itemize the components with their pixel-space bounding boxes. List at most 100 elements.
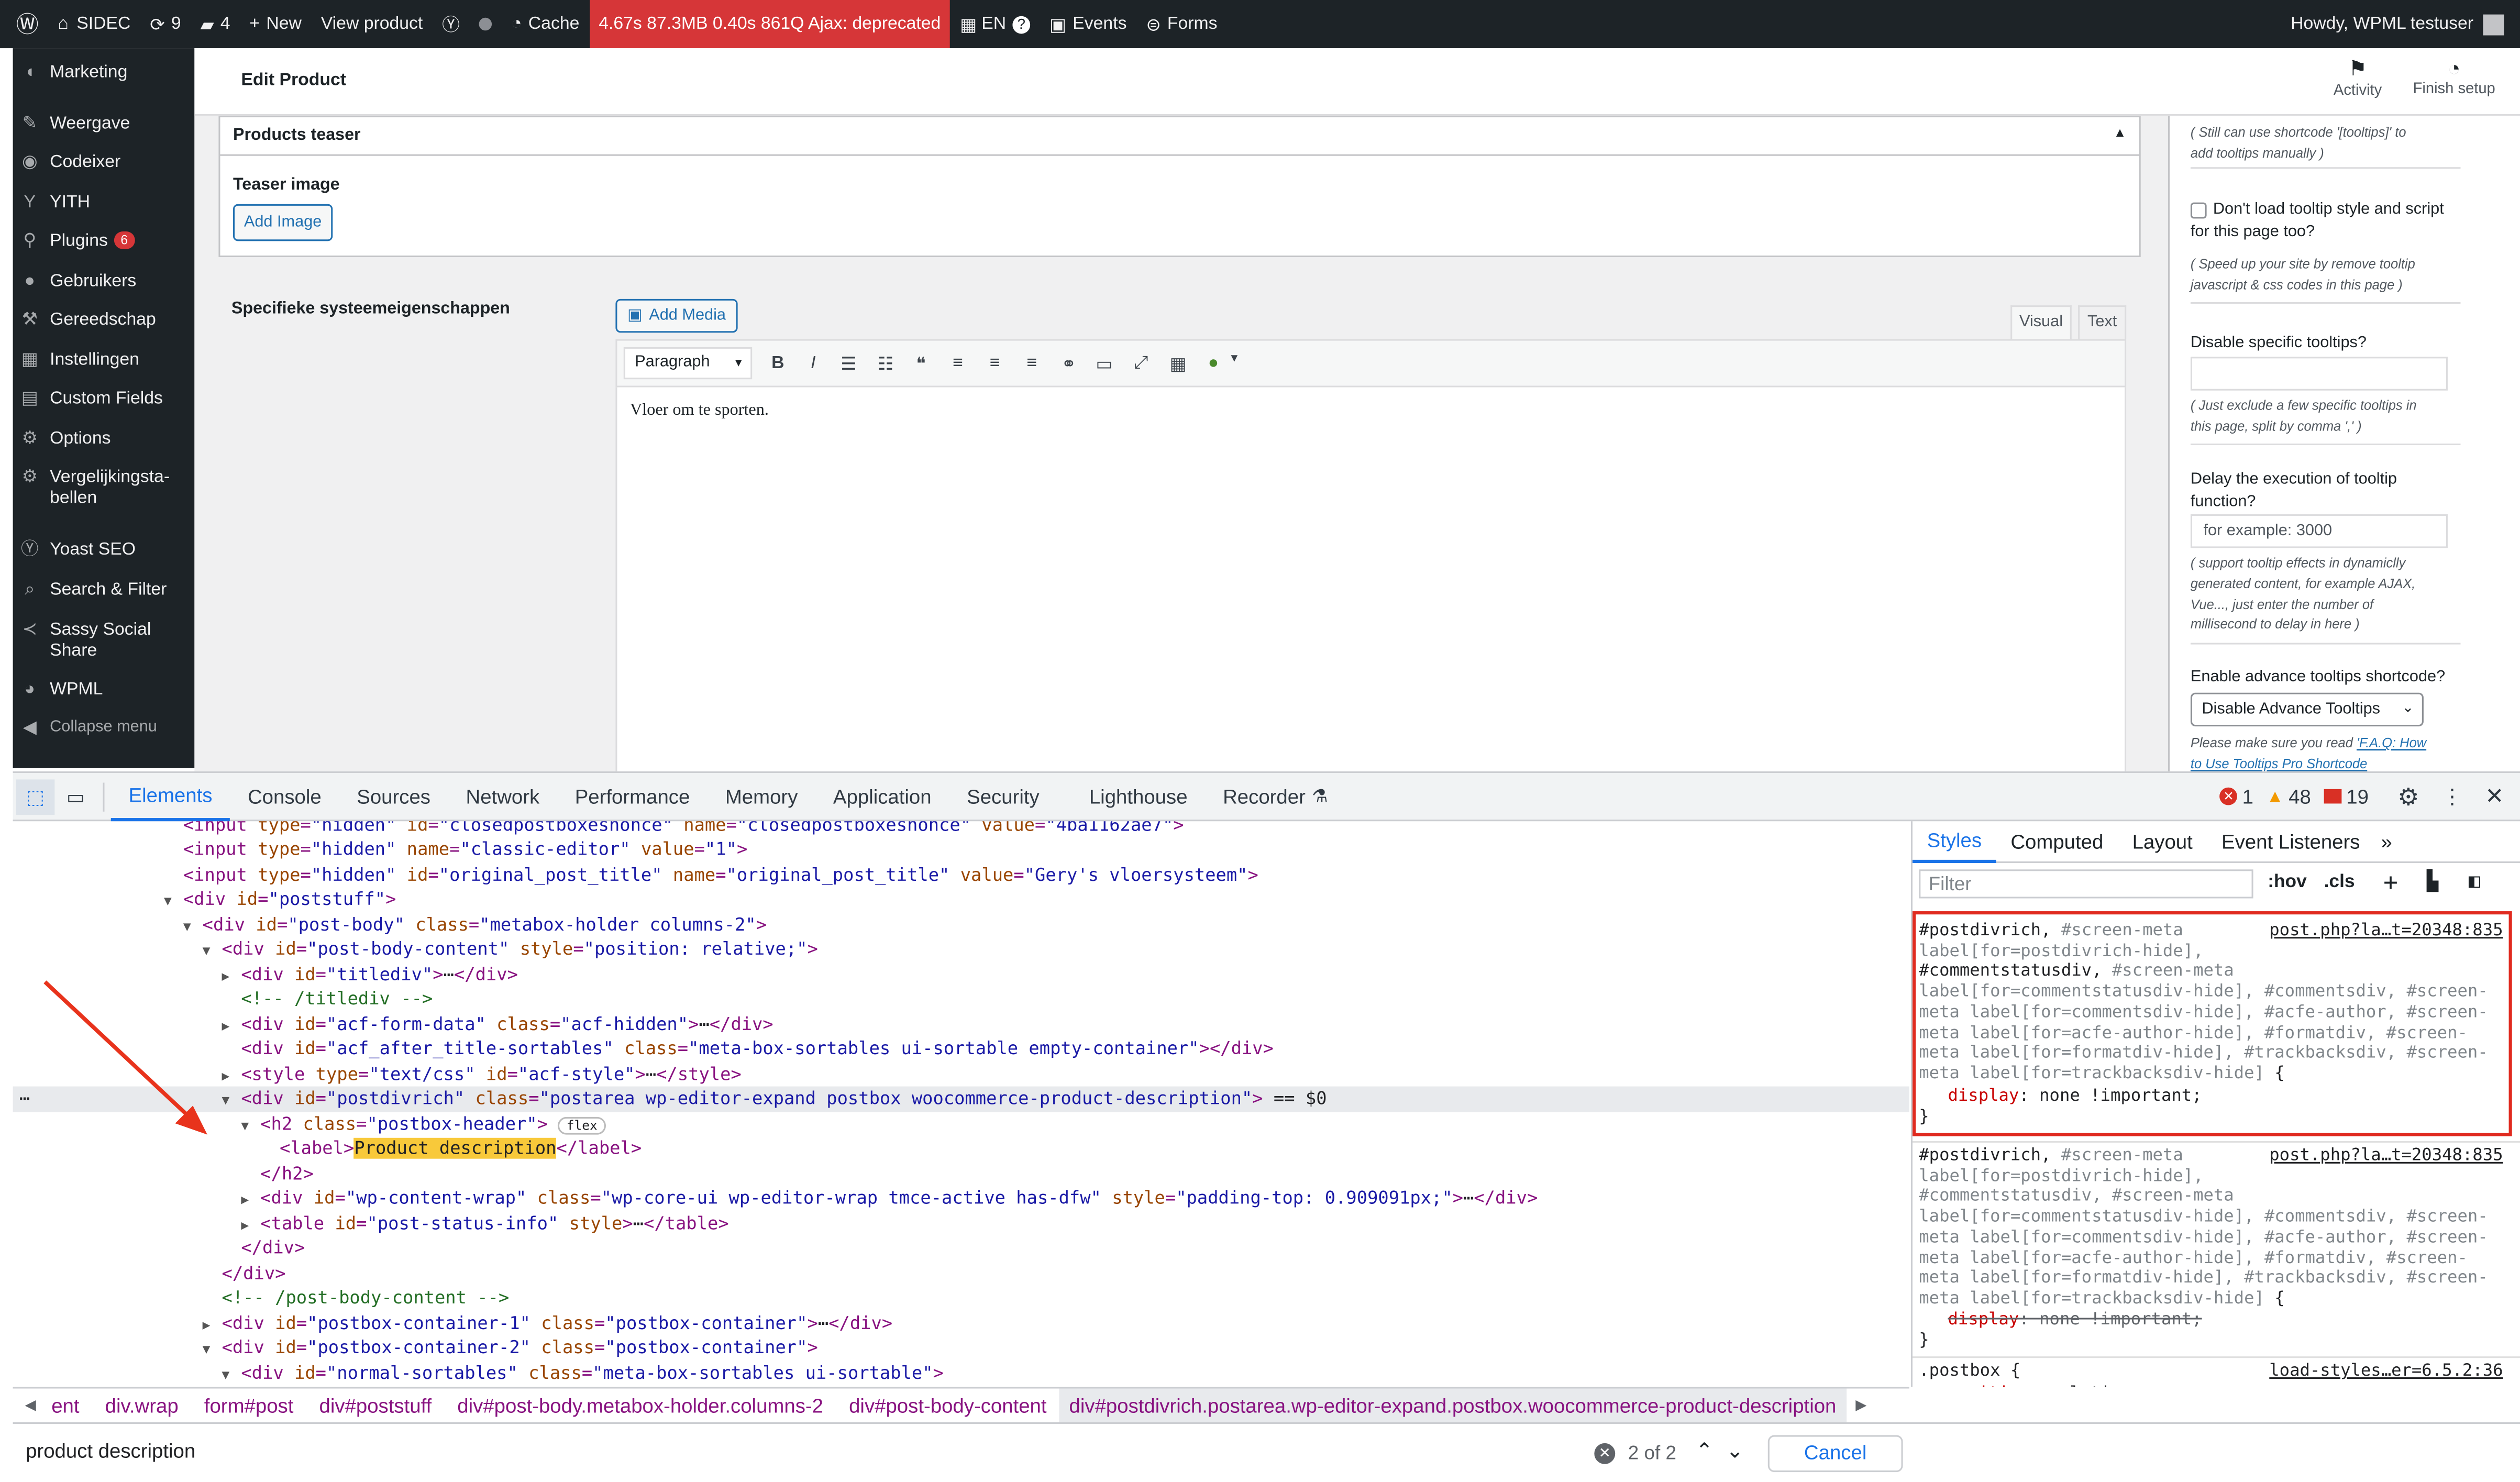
bold-icon[interactable]: B xyxy=(765,353,791,373)
sidebar-item-search-filter[interactable]: ⌕ Search & Filter xyxy=(13,580,195,601)
css-declaration-overridden[interactable]: display: none !important; xyxy=(1948,1310,2520,1330)
dom-line[interactable]: ▼ <div id="postbox-container-2" class="po… xyxy=(203,1335,818,1361)
css-declaration[interactable]: display: none !important; xyxy=(1948,1087,2520,1107)
yoast-icon[interactable]: Ⓨ xyxy=(433,0,470,48)
sidebar-item-yoast-seo[interactable]: Ⓨ Yoast SEO xyxy=(13,540,195,561)
disable-tooltips-input[interactable] xyxy=(2190,357,2448,391)
sidebar-item-wpml[interactable]: ◕ WPML xyxy=(13,680,195,701)
view-product-link[interactable]: View product xyxy=(311,0,432,48)
delay-input[interactable]: for example: 3000 xyxy=(2190,514,2448,548)
advance-tooltips-select[interactable]: Disable Advance Tooltips ⌄ xyxy=(2190,692,2424,727)
previous-match-icon[interactable]: ⌃ xyxy=(1696,1439,1713,1464)
dom-line[interactable]: <input type="hidden" id="original_post_t… xyxy=(183,863,1258,888)
dom-line[interactable]: ▶ <table id="post-status-info" style>⋯</t… xyxy=(241,1212,728,1237)
faq-link-cont[interactable]: to Use Tooltips Pro Shortcode xyxy=(2191,755,2367,771)
dom-line[interactable]: <!-- /post-body-content --> xyxy=(222,1286,510,1311)
dom-line[interactable]: ▼ <div id="normal-sortables" class="meta-… xyxy=(222,1361,944,1386)
hover-state-toggle[interactable]: :hov xyxy=(2268,872,2307,892)
collapse-menu-button[interactable]: ◀ Collapse menu xyxy=(13,718,195,739)
tab-text[interactable]: Text xyxy=(2078,305,2127,339)
dom-line[interactable]: <label>Product description</label> xyxy=(280,1136,642,1162)
next-match-icon[interactable]: ⌄ xyxy=(1726,1439,1743,1464)
format-select[interactable]: Paragraph ▼ xyxy=(623,347,753,380)
dom-line[interactable]: ▶ <div id="titlediv">⋯</div> xyxy=(222,963,518,988)
sidebar-item-plugins[interactable]: ⚲ Plugins 6 xyxy=(13,231,195,252)
tab-sources[interactable]: Sources xyxy=(339,772,448,821)
tab-elements[interactable]: Elements xyxy=(110,772,230,821)
activity-button[interactable]: ⚑ Activity xyxy=(2319,56,2396,99)
tab-lighthouse[interactable]: Lighthouse xyxy=(1057,772,1205,821)
more-tabs-icon[interactable]: » xyxy=(2374,830,2399,853)
blockquote-icon[interactable]: ❝ xyxy=(908,353,934,374)
paint-icon[interactable]: ▙ xyxy=(2427,869,2438,892)
language-switcher[interactable]: ▦ EN? xyxy=(950,0,1040,48)
italic-icon[interactable]: I xyxy=(800,353,826,373)
dom-line[interactable]: <input type="hidden" id="closedpostboxes… xyxy=(183,821,1184,838)
sidebar-item-gereedschap[interactable]: ⚒ Gereedschap xyxy=(13,310,195,331)
tab-styles[interactable]: Styles xyxy=(1912,821,1996,862)
class-toggle[interactable]: .cls xyxy=(2324,872,2355,892)
query-monitor-stats[interactable]: 4.67s 87.3MB 0.40s 861Q Ajax: deprecated xyxy=(589,0,950,49)
device-toolbar-icon[interactable]: ▭ xyxy=(54,785,96,808)
sidebar-item-instellingen[interactable]: ▦ Instellingen xyxy=(13,350,195,371)
dom-line-selected[interactable]: ▼ <div id="postdivrich" class="postarea w… xyxy=(222,1087,1327,1112)
dom-line[interactable]: <input type="hidden" name="classic-edito… xyxy=(183,837,747,862)
sidebar-item-custom-fields[interactable]: ▤ Custom Fields xyxy=(13,389,195,410)
breadcrumb-item[interactable]: div#poststuff xyxy=(306,1394,445,1417)
inspect-element-icon[interactable]: ⬚ xyxy=(16,778,55,814)
dom-line[interactable]: ▶ <style type="text/css" id="acf-style">⋯… xyxy=(222,1063,742,1088)
sidebar-item-marketing[interactable]: ◖ Marketing xyxy=(13,63,195,84)
breadcrumb-item[interactable]: ent xyxy=(48,1394,92,1417)
sidebar-item-vergelijkingstabellen[interactable]: ⚙ Vergelijkingsta-bellen xyxy=(13,468,195,510)
dom-line[interactable]: </h2> xyxy=(260,1162,314,1187)
dom-line[interactable]: ▶ <div id="postbox-container-1" class="po… xyxy=(203,1311,892,1336)
dom-line[interactable]: </div> xyxy=(241,1236,305,1261)
tab-computed[interactable]: Computed xyxy=(1996,830,2118,853)
source-link[interactable]: post.php?la…t=20348:835 xyxy=(2269,921,2503,940)
align-center-icon[interactable]: ≡ xyxy=(982,353,1008,373)
dom-line[interactable]: <!-- /titlediv --> xyxy=(241,987,433,1012)
comments-link[interactable]: ▰ 4 xyxy=(191,0,240,48)
dom-line[interactable]: ▼ <div id="poststuff"> xyxy=(164,887,396,912)
toolbar-toggle-icon[interactable]: ▦ xyxy=(1165,353,1191,374)
breadcrumb-item[interactable]: form#post xyxy=(191,1394,306,1417)
teaser-panel-header[interactable]: Products teaser ▲ xyxy=(220,117,2139,156)
add-media-button[interactable]: ▣ Add Media xyxy=(615,298,738,333)
new-content-link[interactable]: + New xyxy=(240,0,311,48)
link-icon[interactable]: ⚭ xyxy=(1056,353,1081,374)
site-name-link[interactable]: ⌂ SIDEC xyxy=(48,0,140,48)
add-image-button[interactable]: Add Image xyxy=(233,204,333,241)
tab-security[interactable]: Security xyxy=(949,772,1057,821)
editor-area[interactable]: Vloer om te sporten. xyxy=(615,387,2127,772)
close-icon[interactable]: ✕ xyxy=(2485,783,2504,810)
sidebar-item-sassy-social-share[interactable]: ≺ Sassy Social Share xyxy=(13,621,195,662)
source-link[interactable]: post.php?la…t=20348:835 xyxy=(2269,1146,2503,1165)
settings-gear-icon[interactable]: ⚙ xyxy=(2397,782,2419,811)
issues-count[interactable]: 19 xyxy=(2324,785,2369,808)
tab-event-listeners[interactable]: Event Listeners xyxy=(2207,830,2374,853)
dom-line[interactable]: ▶ <div id="acf-form-data" class="acf-hidd… xyxy=(222,1012,773,1037)
forms-link[interactable]: ⊜ Forms xyxy=(1136,0,1227,48)
breadcrumb-scroll-left-icon[interactable]: ◀ xyxy=(13,1397,49,1414)
sidebar-item-gebruikers[interactable]: ● Gebruikers xyxy=(13,272,195,293)
cache-link[interactable]: ◔ Cache xyxy=(502,0,589,48)
dom-line[interactable]: </div> xyxy=(222,1262,286,1287)
dont-load-style-checkbox[interactable] xyxy=(2190,202,2207,219)
tab-memory[interactable]: Memory xyxy=(708,772,815,821)
dom-line[interactable]: ▼ <div id="post-body-content" style="posi… xyxy=(203,937,818,962)
updates-link[interactable]: ⟳ 9 xyxy=(140,0,191,48)
tab-recorder[interactable]: Recorder ⚗ xyxy=(1205,772,1345,821)
collapse-arrow-icon[interactable]: ▲ xyxy=(2114,125,2126,140)
warning-count[interactable]: ▲ 48 xyxy=(2266,785,2311,808)
dom-line[interactable]: <div id="acf_after_title-sortables" clas… xyxy=(241,1036,1274,1061)
finish-setup-button[interactable]: ◔ Finish setup xyxy=(2406,56,2502,98)
numbered-list-icon[interactable]: ☷ xyxy=(872,353,898,374)
breadcrumb-item[interactable]: div#post-body.metabox-holder.columns-2 xyxy=(445,1394,836,1417)
chevron-down-icon[interactable]: ▼ xyxy=(1221,353,1247,364)
fullscreen-icon[interactable]: ⤢ xyxy=(1128,353,1154,374)
bullet-list-icon[interactable]: ☰ xyxy=(836,353,861,374)
new-rule-icon[interactable]: + xyxy=(2383,868,2398,897)
tab-console[interactable]: Console xyxy=(230,772,339,821)
align-right-icon[interactable]: ≡ xyxy=(1019,353,1045,373)
dom-line[interactable]: ▼ <h2 class="postbox-header"> flex xyxy=(241,1112,606,1137)
